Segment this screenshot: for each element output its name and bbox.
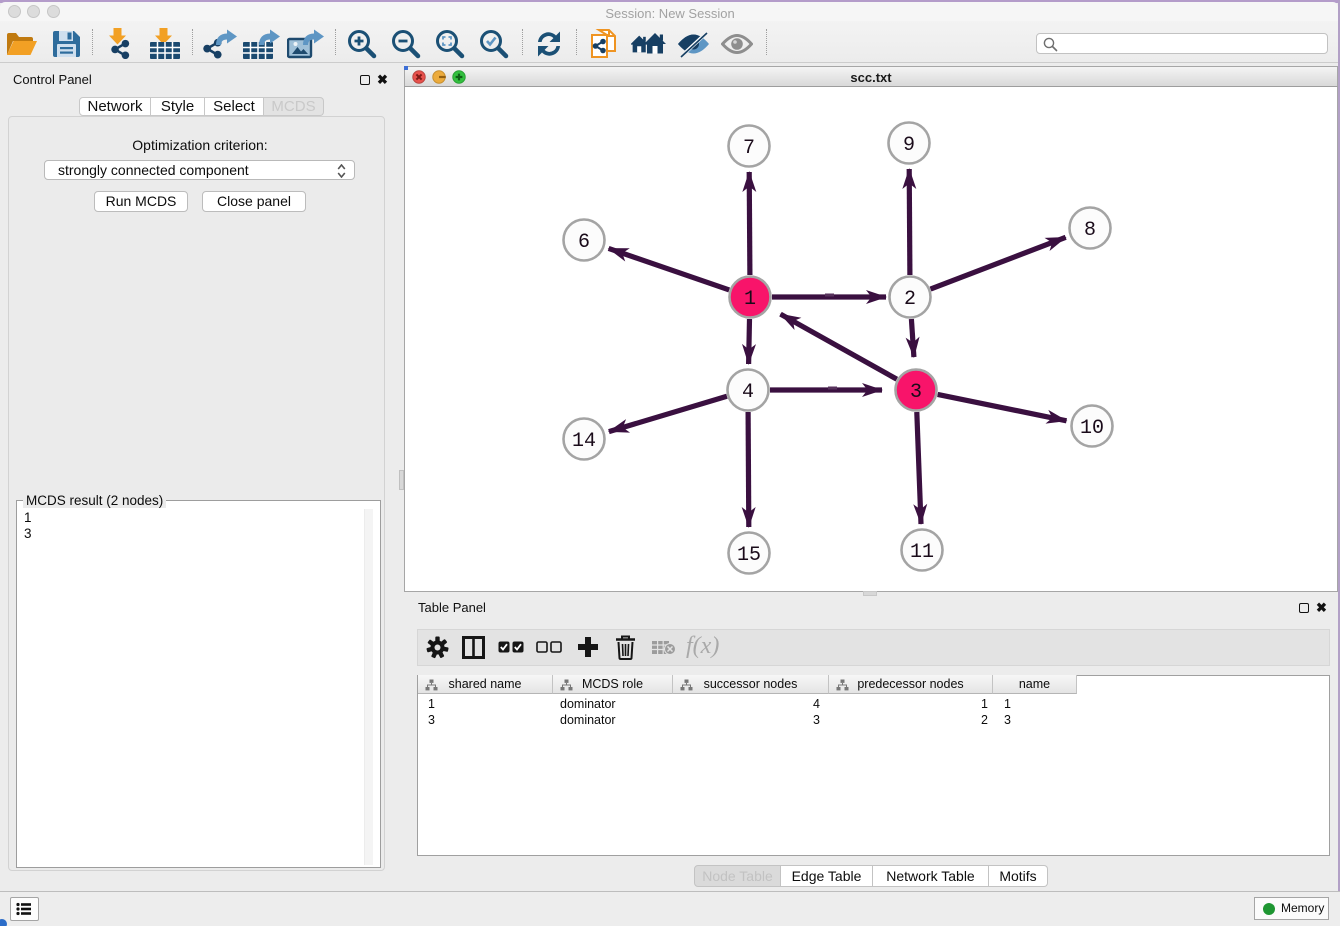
- svg-text:9: 9: [903, 134, 915, 157]
- svg-text:14: 14: [572, 430, 596, 453]
- svg-text:7: 7: [743, 137, 755, 160]
- svg-text:11: 11: [910, 541, 934, 564]
- svg-text:4: 4: [742, 381, 754, 404]
- svg-text:3: 3: [910, 381, 922, 404]
- svg-text:10: 10: [1080, 417, 1104, 440]
- svg-text:2: 2: [904, 288, 916, 311]
- svg-text:8: 8: [1084, 219, 1096, 242]
- svg-text:15: 15: [737, 544, 761, 567]
- svg-text:1: 1: [744, 288, 756, 311]
- svg-text:6: 6: [578, 231, 590, 254]
